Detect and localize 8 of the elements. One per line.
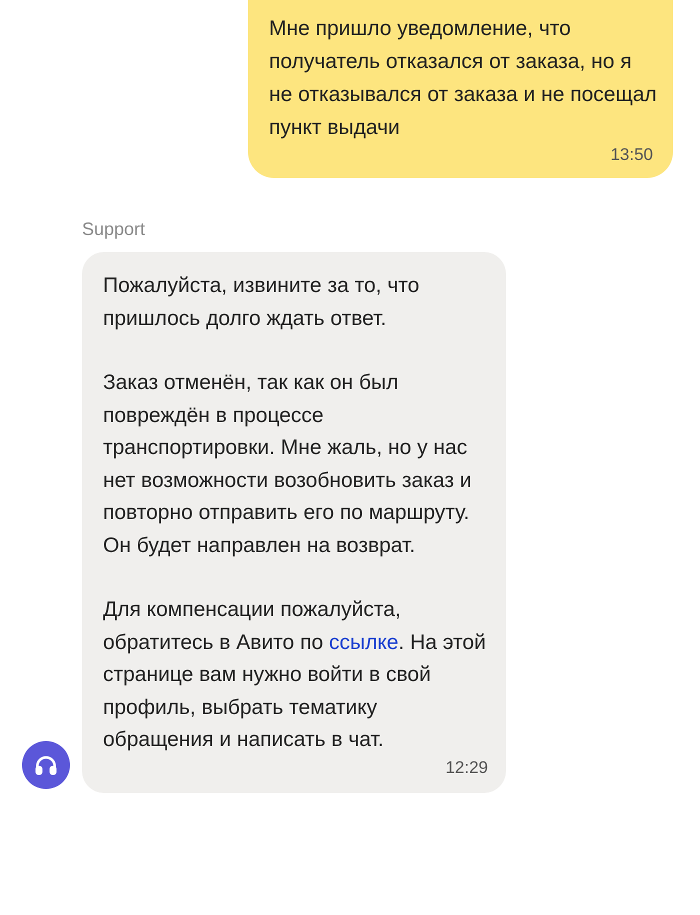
- sender-name: Support: [82, 218, 146, 240]
- message-time: 13:50: [610, 144, 653, 166]
- message-text: Для компенсации пожалуйста, обратитесь в Авито по ссылке. На этой странице вам нужно войти в свой профиль, выбрать тематику обращения и написать в чат.: [103, 597, 487, 753]
- message-text: Мне пришло уведомление, что получатель отказался от заказа, но я не отказывался от заказа и не посещал пункт выдачи: [269, 16, 657, 141]
- message-text: Заказ отменён, так как он был повреждён в процессе транспортировки. Мне жаль, но у нас нет возможности возобновить заказ и повторно отправить его по маршруту. Он будет направлен на возврат.: [103, 370, 473, 558]
- link[interactable]: ссылке: [328, 630, 398, 654]
- message-text: Пожалуйста, извините за то, что пришлось долго ждать ответ.: [103, 273, 420, 332]
- message-time: 12:29: [445, 756, 488, 778]
